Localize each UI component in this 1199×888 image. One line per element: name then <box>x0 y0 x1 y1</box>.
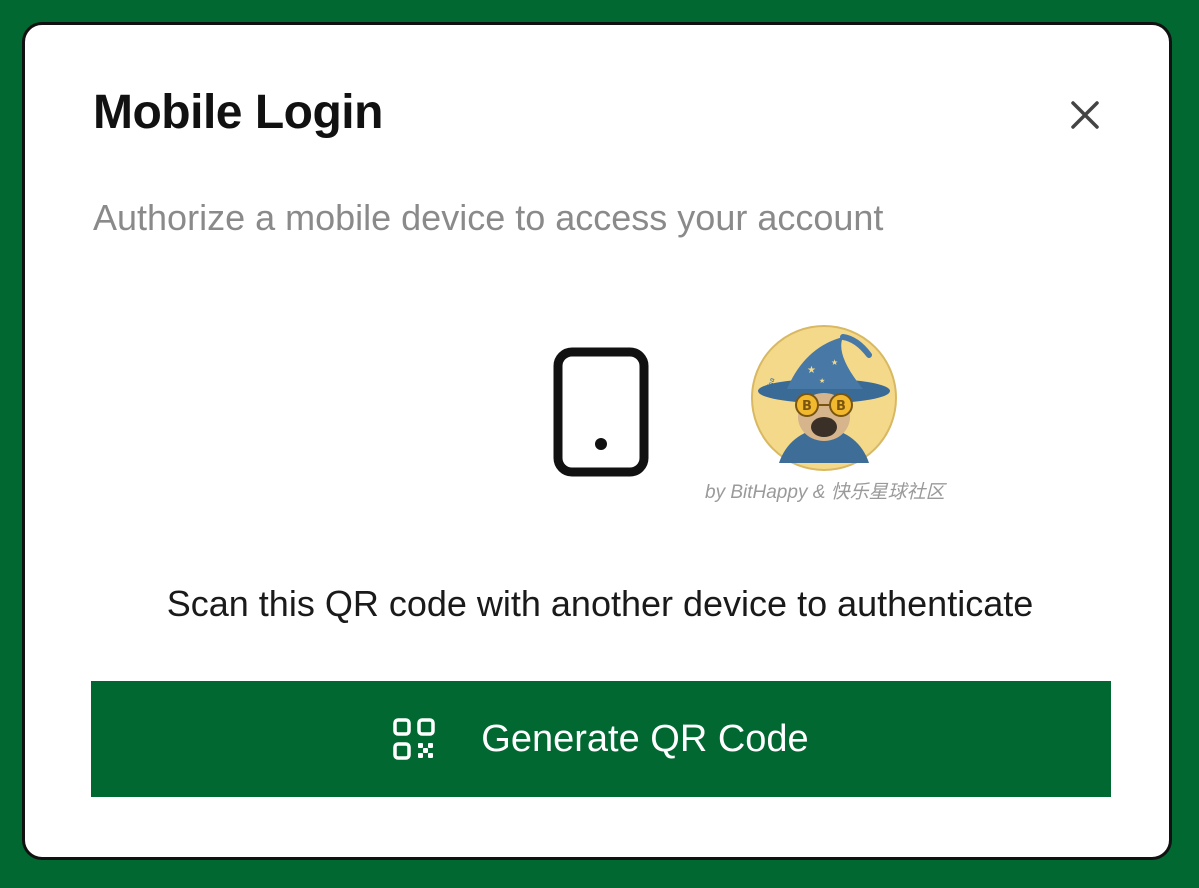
dialog-title: Mobile Login <box>93 86 383 139</box>
wizard-pug-badge-icon: ★ ★ ★ B B Alpha <box>751 325 897 471</box>
svg-text:B: B <box>836 399 846 414</box>
generate-qr-code-button[interactable]: Generate QR Code <box>91 681 1111 797</box>
svg-text:★: ★ <box>807 365 816 376</box>
mobile-login-dialog: Mobile Login Authorize a mobile device t… <box>22 22 1172 860</box>
close-icon <box>1071 101 1099 129</box>
svg-text:B: B <box>802 399 812 414</box>
scan-instruction: Scan this QR code with another device to… <box>166 583 1034 624</box>
generate-qr-code-label: Generate QR Code <box>481 717 809 760</box>
smartphone-icon <box>553 347 649 477</box>
watermark-caption: by BitHappy & 快乐星球社区 <box>705 482 945 503</box>
dialog-subtitle: Authorize a mobile device to access your… <box>93 197 884 238</box>
qr-code-icon <box>393 718 436 760</box>
close-button[interactable] <box>1065 95 1105 135</box>
svg-text:★: ★ <box>819 377 825 385</box>
svg-text:★: ★ <box>831 358 838 367</box>
